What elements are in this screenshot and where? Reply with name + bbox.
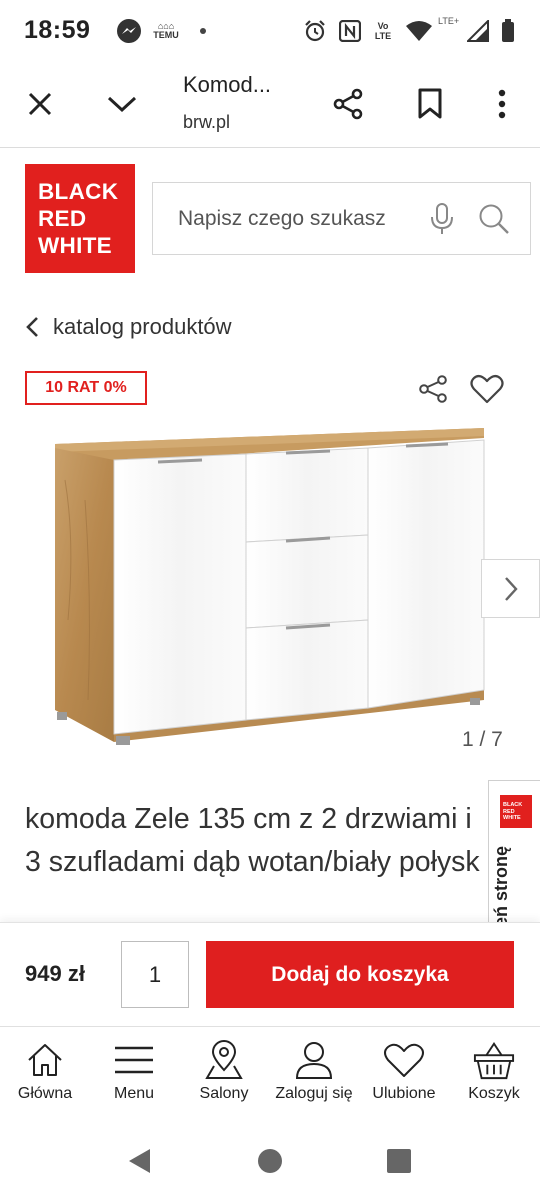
logo-line: BLACK: [38, 179, 119, 204]
browser-toolbar: Komod... brw.pl: [0, 62, 540, 148]
home-circle-icon: [258, 1149, 282, 1173]
quantity-input[interactable]: [121, 941, 189, 1008]
bookmark-button[interactable]: [406, 80, 454, 128]
nav-label: Główna: [17, 1085, 73, 1102]
alarm-icon: [302, 18, 328, 44]
nav-item-login[interactable]: Zaloguj się: [269, 1039, 359, 1119]
back-triangle-icon: [129, 1149, 150, 1173]
chevron-right-icon: [504, 576, 518, 601]
temu-label: TEMU: [153, 30, 179, 40]
bookmark-icon: [418, 88, 442, 119]
status-bar: 18:59 ⌂⌂⌂ TEMU Vo LTE LTE+: [0, 0, 540, 62]
network-label: LTE+: [438, 16, 460, 26]
battery-icon: [500, 18, 516, 44]
close-tab-button[interactable]: [16, 80, 64, 128]
system-navigation-bar: [0, 1120, 540, 1200]
nav-label: Salony: [199, 1085, 249, 1102]
share-icon: [419, 375, 447, 403]
search-box: [152, 182, 531, 255]
user-icon: [293, 1039, 335, 1081]
messenger-icon: [116, 18, 142, 44]
rate-logo-line: WHITE: [503, 815, 521, 821]
nfc-icon: [338, 18, 362, 44]
nav-item-stores[interactable]: Salony: [179, 1039, 269, 1119]
chevron-down-icon: [107, 96, 137, 113]
add-to-cart-bar: 949 zł Dodaj do koszyka: [0, 922, 540, 1026]
chevron-left-icon: [26, 317, 38, 337]
brand-logo[interactable]: BLACK RED WHITE: [25, 164, 135, 273]
status-time: 18:59: [24, 16, 91, 44]
volte-icon: Vo LTE: [370, 18, 396, 44]
nav-item-cart[interactable]: Koszyk: [449, 1039, 539, 1119]
logo-line: RED: [38, 206, 87, 231]
search-icon[interactable]: [478, 203, 510, 235]
nav-item-home[interactable]: Główna: [0, 1039, 90, 1119]
notification-dot-icon: [198, 18, 208, 44]
map-pin-icon: [203, 1039, 245, 1081]
temu-icon: ⌂⌂⌂ TEMU: [153, 21, 179, 40]
nav-label: Zaloguj się: [275, 1085, 353, 1102]
signal-icon: [466, 18, 490, 44]
microphone-icon[interactable]: [429, 203, 455, 235]
image-counter: 1 / 7: [462, 728, 503, 751]
close-icon: [28, 92, 52, 116]
volte-line1: Vo: [377, 21, 389, 31]
next-image-button[interactable]: [481, 559, 540, 618]
product-image[interactable]: [40, 420, 500, 760]
heart-icon: [383, 1039, 425, 1081]
home-button[interactable]: [255, 1146, 285, 1176]
product-title: komoda Zele 135 cm z 2 drzwiami i 3 szuf…: [25, 803, 480, 878]
nav-label: Koszyk: [468, 1085, 520, 1102]
page-title: Komod...: [183, 72, 272, 97]
logo-line: WHITE: [38, 233, 112, 258]
nav-item-menu[interactable]: Menu: [89, 1039, 179, 1119]
product-favorite-button[interactable]: [469, 371, 505, 407]
home-icon: [24, 1039, 66, 1081]
back-button[interactable]: [124, 1146, 154, 1176]
search-input[interactable]: [178, 183, 418, 254]
menu-icon: [113, 1039, 155, 1081]
more-vertical-icon: [498, 89, 506, 119]
recents-square-icon: [387, 1149, 411, 1173]
more-options-button[interactable]: [478, 80, 526, 128]
installment-badge: 10 RAT 0%: [25, 371, 147, 405]
product-price: 949 zł: [25, 961, 85, 986]
heart-icon: [470, 374, 504, 404]
share-button[interactable]: [324, 80, 372, 128]
share-icon: [333, 88, 363, 120]
add-to-cart-button[interactable]: Dodaj do koszyka: [206, 941, 514, 1008]
page-url[interactable]: brw.pl: [183, 112, 230, 133]
breadcrumb[interactable]: katalog produktów: [25, 313, 232, 341]
nav-label: Menu: [113, 1085, 155, 1102]
wifi-icon: [404, 18, 434, 44]
rate-tab-logo: BLACK RED WHITE: [500, 795, 532, 828]
minimize-button[interactable]: [98, 80, 146, 128]
product-share-button[interactable]: [415, 371, 451, 407]
basket-icon: [473, 1039, 515, 1081]
volte-line2: LTE: [374, 31, 392, 41]
nav-label: Ulubione: [372, 1085, 436, 1102]
recents-button[interactable]: [384, 1146, 414, 1176]
nav-item-favorites[interactable]: Ulubione: [359, 1039, 449, 1119]
bottom-navigation: Główna Menu Salony Zaloguj się Ulubione …: [0, 1026, 540, 1120]
breadcrumb-label: katalog produktów: [53, 314, 232, 339]
